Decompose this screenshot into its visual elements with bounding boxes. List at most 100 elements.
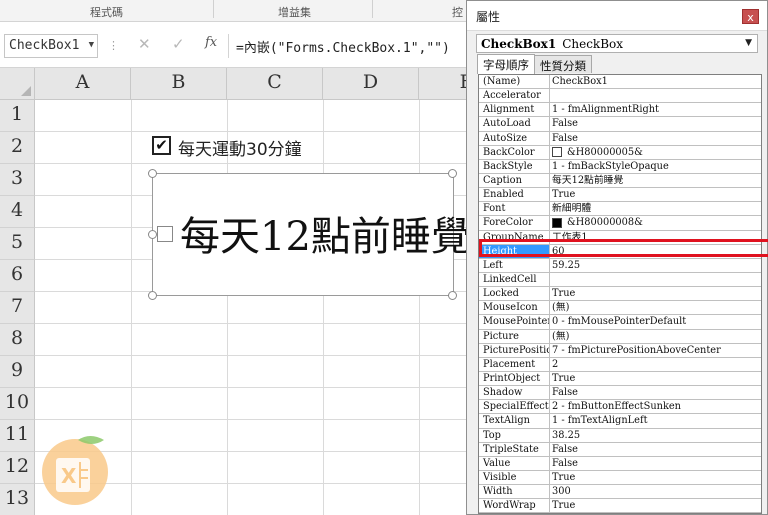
property-value[interactable]: 1 - fmTextAlignLeft bbox=[552, 414, 761, 427]
column-header-b[interactable]: B bbox=[131, 68, 227, 100]
property-value[interactable]: 59.25 bbox=[552, 259, 761, 272]
property-name[interactable]: BackStyle bbox=[479, 159, 550, 173]
resize-handle-left[interactable] bbox=[148, 230, 157, 239]
checkbox-unchecked-icon[interactable] bbox=[157, 226, 173, 242]
property-row[interactable]: PrintObject True bbox=[479, 371, 761, 387]
row-header-4[interactable]: 4 bbox=[0, 196, 35, 228]
property-name[interactable]: Locked bbox=[479, 287, 550, 301]
property-row[interactable]: PicturePosition7 - fmPicturePositionAbov… bbox=[479, 343, 761, 358]
property-row[interactable]: BackColor &H80000005& bbox=[479, 145, 761, 160]
drag-dots-icon[interactable]: ⋮ bbox=[108, 39, 119, 52]
property-name[interactable]: SpecialEffect bbox=[479, 400, 550, 414]
property-row[interactable]: Locked True bbox=[479, 287, 761, 302]
property-name[interactable]: Placement bbox=[479, 357, 550, 371]
property-value[interactable]: False bbox=[552, 132, 761, 145]
property-value[interactable]: &H80000005& bbox=[552, 146, 761, 159]
ribbon-group-code[interactable]: 程式碼 bbox=[90, 4, 123, 20]
property-value[interactable]: 新細明體 bbox=[552, 202, 761, 215]
property-name[interactable]: ForeColor bbox=[479, 216, 550, 230]
resize-handle-top-left[interactable] bbox=[148, 169, 157, 178]
row-header-3[interactable]: 3 bbox=[0, 164, 35, 196]
row-header-11[interactable]: 11 bbox=[0, 420, 35, 452]
property-row[interactable]: Enabled True bbox=[479, 188, 761, 203]
resize-handle-bottom-right[interactable] bbox=[448, 291, 457, 300]
property-row[interactable]: AutoLoad False bbox=[479, 117, 761, 132]
insert-function-icon[interactable]: fx bbox=[205, 35, 217, 50]
property-name[interactable]: Enabled bbox=[479, 188, 550, 202]
property-name[interactable]: Picture bbox=[479, 329, 550, 343]
chevron-down-icon[interactable]: ▼ bbox=[745, 38, 752, 48]
property-value[interactable]: False bbox=[552, 117, 761, 130]
row-header-2[interactable]: 2 bbox=[0, 132, 35, 164]
property-value[interactable]: False bbox=[552, 386, 761, 399]
property-name[interactable]: MousePointer bbox=[479, 315, 550, 329]
property-row[interactable]: Width 300 bbox=[479, 485, 761, 500]
property-name[interactable]: Shadow bbox=[479, 386, 550, 400]
row-header-10[interactable]: 10 bbox=[0, 388, 35, 420]
property-row[interactable]: ForeColor &H80000008& bbox=[479, 216, 761, 231]
property-name[interactable]: TextAlign bbox=[479, 414, 550, 428]
select-all-corner[interactable] bbox=[0, 68, 35, 100]
row-header-8[interactable]: 8 bbox=[0, 324, 35, 356]
cancel-icon[interactable]: ✕ bbox=[138, 35, 151, 53]
property-name[interactable]: (Name) bbox=[479, 75, 550, 89]
property-row[interactable]: MouseIcon (無) bbox=[479, 301, 761, 316]
row-header-9[interactable]: 9 bbox=[0, 356, 35, 388]
property-value[interactable]: CheckBox1 bbox=[552, 75, 761, 88]
property-value[interactable]: 0 - fmMousePointerDefault bbox=[552, 315, 761, 328]
property-row[interactable]: Top 38.25 bbox=[479, 428, 761, 443]
row-header-13[interactable]: 13 bbox=[0, 484, 35, 515]
property-name[interactable]: Top bbox=[479, 428, 550, 442]
property-value[interactable]: 7 - fmPicturePositionAboveCenter bbox=[552, 344, 761, 357]
name-box[interactable]: CheckBox1 ▼ bbox=[4, 34, 98, 58]
property-row[interactable]: Accelerator bbox=[479, 89, 761, 104]
formula-input[interactable]: =內嵌("Forms.CheckBox.1","") bbox=[236, 37, 450, 56]
sleep-checkbox[interactable]: 每天12點前睡覺 bbox=[152, 173, 471, 296]
property-row[interactable]: WordWrap True bbox=[479, 499, 761, 513]
property-name[interactable]: Height bbox=[479, 244, 550, 258]
column-header-a[interactable]: A bbox=[35, 68, 131, 100]
resize-handle-top-right[interactable] bbox=[448, 169, 457, 178]
property-name[interactable]: Visible bbox=[479, 470, 550, 485]
properties-list[interactable]: (Name) CheckBox1 Accelerator Alignment 1 - f… bbox=[478, 74, 762, 514]
property-name[interactable]: LinkedCell bbox=[479, 272, 550, 287]
row-header-1[interactable]: 1 bbox=[0, 100, 35, 132]
property-value[interactable]: True bbox=[552, 372, 761, 385]
property-row[interactable]: SpecialEffect 2 - fmButtonEffectSunken bbox=[479, 400, 761, 415]
property-row[interactable]: Picture (無) bbox=[479, 329, 761, 344]
row-header-6[interactable]: 6 bbox=[0, 260, 35, 292]
property-row[interactable]: Left 59.25 bbox=[479, 258, 761, 273]
property-name[interactable]: Font bbox=[479, 202, 550, 216]
property-name[interactable]: TripleState bbox=[479, 442, 550, 456]
property-value[interactable]: True bbox=[552, 499, 761, 512]
chevron-down-icon[interactable]: ▼ bbox=[89, 40, 94, 50]
property-row[interactable]: Visible True bbox=[479, 470, 761, 486]
properties-titlebar[interactable]: 屬性 x bbox=[467, 1, 767, 31]
checkbox-checked-icon[interactable]: ✔ bbox=[152, 136, 171, 155]
property-value[interactable]: 1 - fmBackStyleOpaque bbox=[552, 160, 761, 173]
object-selector[interactable]: CheckBox1 CheckBox ▼ bbox=[476, 34, 758, 53]
property-row[interactable]: BackStyle 1 - fmBackStyleOpaque bbox=[479, 159, 761, 174]
property-value[interactable]: False bbox=[552, 443, 761, 456]
property-name[interactable]: AutoLoad bbox=[479, 117, 550, 131]
property-value[interactable]: True bbox=[552, 188, 761, 201]
property-value[interactable] bbox=[552, 273, 761, 286]
row-header-7[interactable]: 7 bbox=[0, 292, 35, 324]
property-row[interactable]: GroupName 工作表1 bbox=[479, 230, 761, 245]
property-value[interactable]: False bbox=[552, 457, 761, 470]
property-row[interactable]: Value False bbox=[479, 456, 761, 471]
property-name[interactable]: GroupName bbox=[479, 230, 550, 244]
property-name[interactable]: Left bbox=[479, 258, 550, 272]
tab-alphabetic[interactable]: 字母順序 bbox=[477, 54, 535, 74]
property-value[interactable] bbox=[552, 89, 761, 102]
ribbon-group-addins[interactable]: 增益集 bbox=[278, 4, 311, 20]
property-value[interactable]: 300 bbox=[552, 485, 761, 498]
property-row[interactable]: MousePointer 0 - fmMousePointerDefault bbox=[479, 315, 761, 330]
property-row[interactable]: TextAlign 1 - fmTextAlignLeft bbox=[479, 414, 761, 429]
property-row[interactable]: TripleState False bbox=[479, 442, 761, 457]
property-value[interactable]: 2 bbox=[552, 358, 761, 371]
ribbon-group-controls[interactable]: 控 bbox=[452, 4, 463, 20]
property-value[interactable]: 60 bbox=[552, 245, 761, 258]
property-row[interactable]: Alignment 1 - fmAlignmentRight bbox=[479, 103, 761, 118]
property-value[interactable]: (無) bbox=[552, 301, 761, 314]
